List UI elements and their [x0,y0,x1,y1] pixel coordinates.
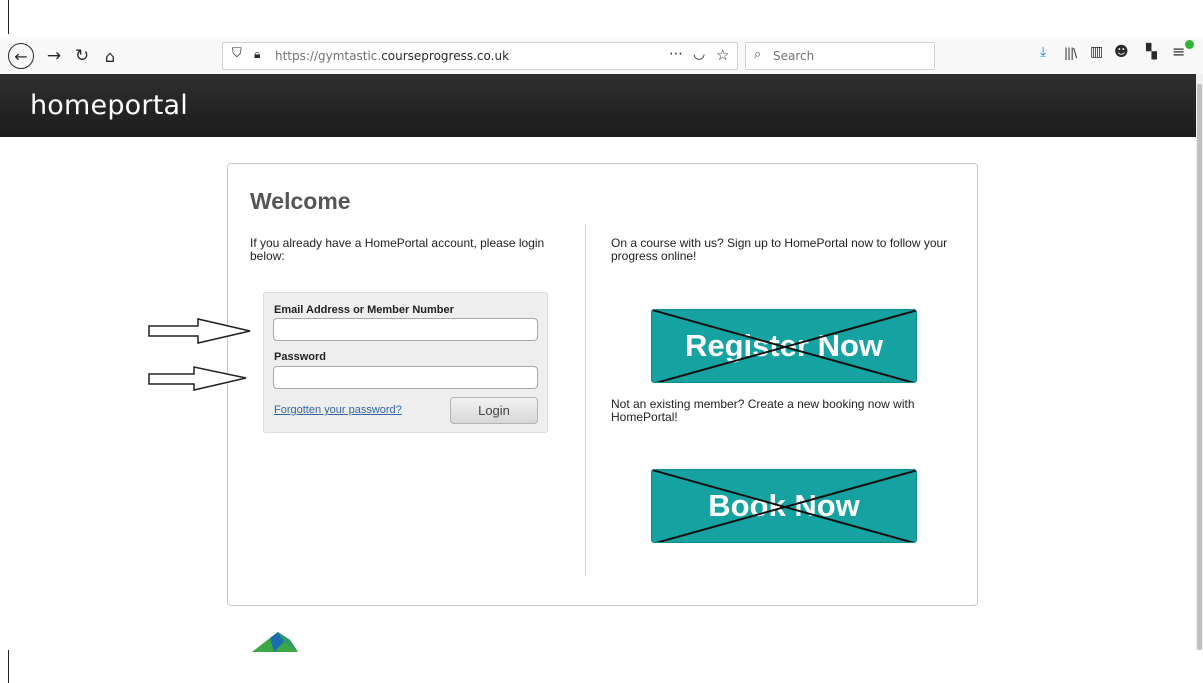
account-icon[interactable]: ☻ [1114,44,1129,60]
menu-icon[interactable]: ≡ [1172,42,1185,61]
back-icon[interactable]: ← [8,43,34,69]
url-text[interactable]: https://gymtastic.courseprogress.co.uk [275,49,509,63]
download-icon[interactable]: ⤓ [1040,44,1046,60]
password-label: Password [274,351,326,363]
url-domain: courseprogress.co.uk [381,49,510,63]
browser-toolbar: ← → ↻ ⌂ ⛉ 🔒︎ https://gymtastic.coursepro… [0,38,1203,74]
search-icon: ⌕ [754,47,762,62]
left-edge-line-top [8,0,9,34]
library-icon[interactable]: |||\ [1064,46,1077,60]
login-intro-text: If you already have a HomePortal account… [250,236,545,263]
email-field[interactable] [273,318,538,341]
url-bar[interactable]: ⛉ 🔒︎ https://gymtastic.courseprogress.co… [222,42,738,70]
welcome-panel: Welcome If you already have a HomePortal… [227,163,978,606]
site-header: homeportal [0,74,1196,137]
forgot-password-link[interactable]: Forgotten your password? [274,404,402,416]
email-label: Email Address or Member Number [274,304,454,316]
booking-intro-text: Not an existing member? Create a new boo… [611,397,915,424]
lock-icon[interactable]: 🔒︎ [254,47,260,62]
crossed-out-mark-icon [652,470,916,542]
login-button[interactable]: Login [450,397,538,424]
bookmark-star-icon[interactable]: ☆ [716,46,729,64]
more-icon[interactable]: ⋯ [669,46,683,62]
reload-icon[interactable]: ↻ [70,44,94,68]
page-title: Welcome [250,188,351,214]
register-now-button[interactable]: Register Now [651,309,917,383]
url-prefix: https://gymtastic. [275,49,382,63]
annotation-arrow-password-icon [148,366,247,391]
column-divider [585,224,586,576]
pocket-icon[interactable]: ◡ [693,46,705,62]
signup-intro-text: On a course with us? Sign up to HomePort… [611,236,948,263]
login-form: Email Address or Member Number Password … [263,292,548,433]
update-badge-icon [1185,40,1194,49]
left-edge-line-bottom [8,650,9,683]
annotation-arrow-email-icon [148,318,251,344]
extension-icon[interactable]: ▚ [1146,44,1157,60]
password-field[interactable] [273,366,538,389]
forward-icon[interactable]: → [42,44,66,68]
footer-logo-icon [252,632,298,652]
crossed-out-mark-icon [652,310,916,382]
home-icon[interactable]: ⌂ [98,44,122,68]
book-now-button[interactable]: Book Now [651,469,917,543]
shield-icon[interactable]: ⛉ [232,46,242,61]
site-logo[interactable]: homeportal [30,90,188,121]
search-bar[interactable]: ⌕ [745,42,935,70]
search-input[interactable] [773,47,928,65]
scroll-thumb[interactable] [1197,84,1202,650]
page-scrollbar[interactable] [1196,74,1203,650]
sidebar-icon[interactable]: ▥ [1090,44,1103,60]
